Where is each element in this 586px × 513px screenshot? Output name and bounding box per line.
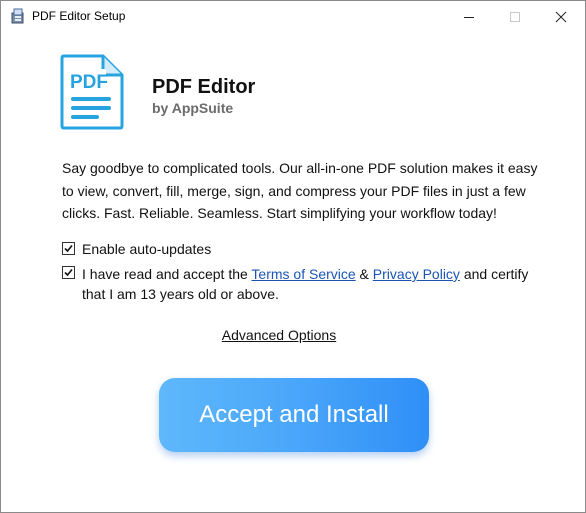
minimize-icon: [464, 17, 474, 18]
product-description: Say goodbye to complicated tools. Our al…: [62, 160, 538, 221]
installer-icon: [10, 8, 26, 24]
terms-prefix: I have read and accept the: [82, 266, 252, 282]
accept-and-install-button[interactable]: Accept and Install: [159, 378, 429, 452]
close-button[interactable]: [538, 1, 584, 32]
terms-of-service-link[interactable]: Terms of Service: [251, 266, 355, 282]
checkmark-icon: [64, 268, 73, 277]
maximize-icon: [510, 12, 520, 22]
maximize-button[interactable]: [492, 1, 538, 32]
auto-updates-label[interactable]: Enable auto-updates: [82, 241, 211, 257]
terms-label: I have read and accept the Terms of Serv…: [82, 265, 532, 304]
window-title: PDF Editor Setup: [32, 9, 126, 23]
privacy-policy-link[interactable]: Privacy Policy: [373, 266, 460, 282]
title-bar[interactable]: PDF Editor Setup: [1, 1, 585, 32]
logo-text: PDF: [70, 72, 108, 93]
vendor-name: by AppSuite: [152, 100, 234, 116]
terms-checkbox[interactable]: [62, 266, 75, 279]
setup-window: PDF Editor Setup PDF PDF Editor by AppSu…: [0, 0, 586, 513]
terms-separator: &: [355, 266, 373, 282]
auto-updates-checkbox[interactable]: [62, 242, 75, 255]
close-icon: [555, 11, 567, 23]
advanced-options-link[interactable]: Advanced Options: [1, 327, 557, 343]
pdf-document-icon: PDF: [59, 53, 125, 131]
minimize-button[interactable]: [446, 1, 492, 32]
product-name: PDF Editor: [152, 76, 256, 98]
checkmark-icon: [64, 244, 73, 253]
